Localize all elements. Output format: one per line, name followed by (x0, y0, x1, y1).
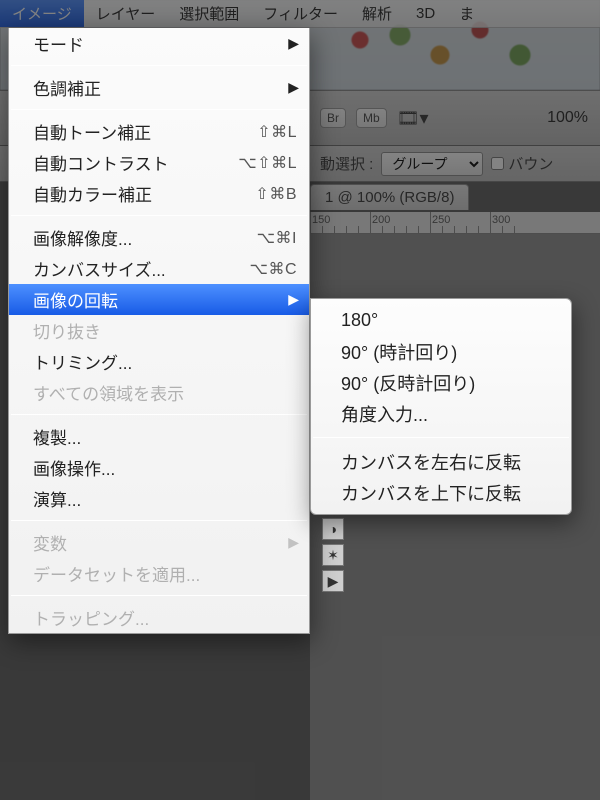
menu-item-label: 画像解像度... (33, 225, 257, 250)
menu-item[interactable]: 自動トーン補正⇧⌘L (9, 116, 309, 147)
submenu-item[interactable]: 角度入力... (311, 398, 571, 429)
menu-item-label: 変数 (33, 530, 297, 555)
menu-item-label: カンバスサイズ... (33, 256, 250, 281)
menu-item[interactable]: 画像操作... (9, 452, 309, 483)
menu-item-label: モード (33, 31, 297, 56)
menu-item-label: すべての領域を表示 (33, 380, 297, 405)
menu-item-label: 複製... (33, 424, 297, 449)
menu-item-shortcut: ⌥⌘C (250, 259, 298, 279)
menu-item-label: トリミング... (33, 349, 297, 374)
menu-item[interactable]: 画像解像度...⌥⌘I (9, 222, 309, 253)
menu-item[interactable]: 自動コントラスト⌥⇧⌘L (9, 147, 309, 178)
menu-item-shortcut: ⇧⌘L (257, 122, 297, 142)
menu-item-label: 画像操作... (33, 455, 297, 480)
submenu-item[interactable]: 90° (時計回り) (311, 336, 571, 367)
menu-item-label: トラッピング... (33, 605, 297, 630)
clone-icon[interactable]: ✶ (322, 544, 344, 566)
menu-item-label: 演算... (33, 486, 297, 511)
menu-item: データセットを適用... (9, 558, 309, 589)
image-menu: モード▶色調補正▶自動トーン補正⇧⌘L自動コントラスト⌥⇧⌘L自動カラー補正⇧⌘… (8, 28, 310, 634)
menu-item-label: 色調補正 (33, 75, 297, 100)
menu-item-label: 画像の回転 (33, 287, 297, 312)
menu-item-shortcut: ⇧⌘B (255, 184, 297, 204)
submenu-item[interactable]: カンバスを上下に反転 (311, 477, 571, 508)
menu-item: すべての領域を表示 (9, 377, 309, 408)
menu-item[interactable]: 画像の回転▶ (9, 284, 309, 315)
menu-item-label: データセットを適用... (33, 561, 297, 586)
menu-item[interactable]: モード▶ (9, 28, 309, 59)
menu-item-label: 自動カラー補正 (33, 181, 255, 206)
menu-item[interactable]: 色調補正▶ (9, 72, 309, 103)
brush-icon[interactable]: ◑ (322, 518, 344, 540)
chevron-right-icon: ▶ (288, 534, 299, 551)
submenu-item[interactable]: 180° (311, 305, 571, 336)
chevron-right-icon: ▶ (288, 79, 299, 96)
menu-item: 変数▶ (9, 527, 309, 558)
menu-item[interactable]: 自動カラー補正⇧⌘B (9, 178, 309, 209)
menu-item-shortcut: ⌥⌘I (257, 228, 297, 248)
menu-item-label: 切り抜き (33, 318, 297, 343)
menu-item: トラッピング... (9, 602, 309, 633)
chevron-right-icon: ▶ (288, 35, 299, 52)
menu-item[interactable]: 演算... (9, 483, 309, 514)
chevron-right-icon: ▶ (288, 291, 299, 308)
menu-item[interactable]: 複製... (9, 421, 309, 452)
menu-item[interactable]: カンバスサイズ...⌥⌘C (9, 253, 309, 284)
submenu-item[interactable]: 90° (反時計回り) (311, 367, 571, 398)
menu-item-shortcut: ⌥⇧⌘L (238, 153, 297, 173)
image-rotation-submenu: 180°90° (時計回り)90° (反時計回り)角度入力... カンバスを左右に… (310, 298, 572, 515)
play-icon[interactable]: ▶ (322, 570, 344, 592)
submenu-item[interactable]: カンバスを左右に反転 (311, 446, 571, 477)
menu-item[interactable]: トリミング... (9, 346, 309, 377)
menu-item: 切り抜き (9, 315, 309, 346)
menu-item-label: 自動トーン補正 (33, 119, 257, 144)
menu-item-label: 自動コントラスト (33, 150, 238, 175)
